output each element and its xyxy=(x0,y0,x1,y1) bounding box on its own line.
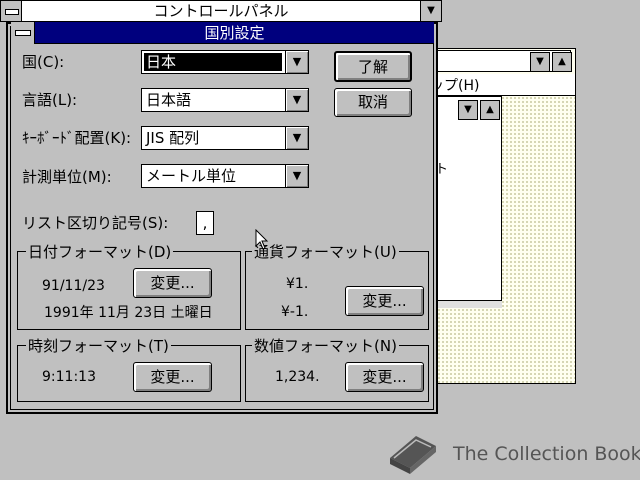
country-label: 国(C): xyxy=(22,53,65,71)
keyboard-layout-label: ｷｰﾎﾞｰﾄﾞ配置(K): xyxy=(22,129,132,147)
dropdown-arrow-icon[interactable]: ▼ xyxy=(285,51,308,73)
language-label: 言語(L): xyxy=(22,91,78,109)
date-change-button[interactable]: 変更... xyxy=(133,268,212,298)
dropdown-arrow-icon[interactable]: ▼ xyxy=(285,89,308,111)
control-panel-minimize-button[interactable]: ▼ xyxy=(420,0,442,22)
dropdown-arrow-icon[interactable]: ▼ xyxy=(285,165,308,187)
number-value: 1,234. xyxy=(275,369,320,385)
cancel-button[interactable]: 取消 xyxy=(334,88,412,117)
date-long-value: 1991年 11月 23日 土曜日 xyxy=(44,305,213,321)
language-value: 日本語 xyxy=(146,91,192,109)
time-format-title: 時刻フォーマット(T) xyxy=(26,337,171,355)
currency-format-title: 通貨フォーマット(U) xyxy=(252,243,399,261)
list-separator-label: リスト区切り記号(S): xyxy=(22,214,169,232)
background-down-arrow-icon[interactable]: ▼ xyxy=(530,52,550,72)
mouse-cursor-icon xyxy=(255,229,269,250)
country-value: 日本 xyxy=(144,53,282,71)
control-panel-system-menu-icon[interactable] xyxy=(0,0,22,22)
dropdown-arrow-icon[interactable]: ▼ xyxy=(285,127,308,149)
currency-negative-value: ¥-1. xyxy=(281,304,309,320)
currency-change-button[interactable]: 変更... xyxy=(345,286,424,316)
number-format-title: 数値フォーマット(N) xyxy=(252,337,399,355)
background-inner-up-icon[interactable]: ▲ xyxy=(480,100,500,120)
ok-button[interactable]: 了解 xyxy=(334,51,412,82)
system-menu-icon[interactable] xyxy=(11,22,35,44)
number-change-button[interactable]: 変更... xyxy=(345,362,424,392)
time-change-button[interactable]: 変更... xyxy=(133,362,212,392)
currency-positive-value: ¥1. xyxy=(286,276,309,292)
list-separator-input[interactable]: , xyxy=(196,211,214,235)
date-short-value: 91/11/23 xyxy=(42,278,105,294)
measurement-value: メートル単位 xyxy=(146,167,237,185)
control-panel-title: コントロールパネル xyxy=(153,2,289,20)
country-select[interactable]: 日本 ▼ xyxy=(141,50,309,74)
keyboard-layout-value: JIS 配列 xyxy=(146,129,200,147)
watermark-text: The Collection Book xyxy=(453,443,640,465)
measurement-select[interactable]: メートル単位 ▼ xyxy=(141,164,309,188)
background-up-arrow-icon[interactable]: ▲ xyxy=(552,52,572,72)
book-icon xyxy=(390,436,436,474)
measurement-label: 計測単位(M): xyxy=(22,168,112,186)
time-value: 9:11:13 xyxy=(42,369,96,385)
background-inner-down-icon[interactable]: ▼ xyxy=(458,100,478,120)
date-format-title: 日付フォーマット(D) xyxy=(26,243,174,261)
background-help-menu[interactable]: ップ(H) xyxy=(430,76,500,96)
dialog-title: 国別設定 xyxy=(204,24,265,42)
language-select[interactable]: 日本語 ▼ xyxy=(141,88,309,112)
keyboard-layout-select[interactable]: JIS 配列 ▼ xyxy=(141,126,309,150)
